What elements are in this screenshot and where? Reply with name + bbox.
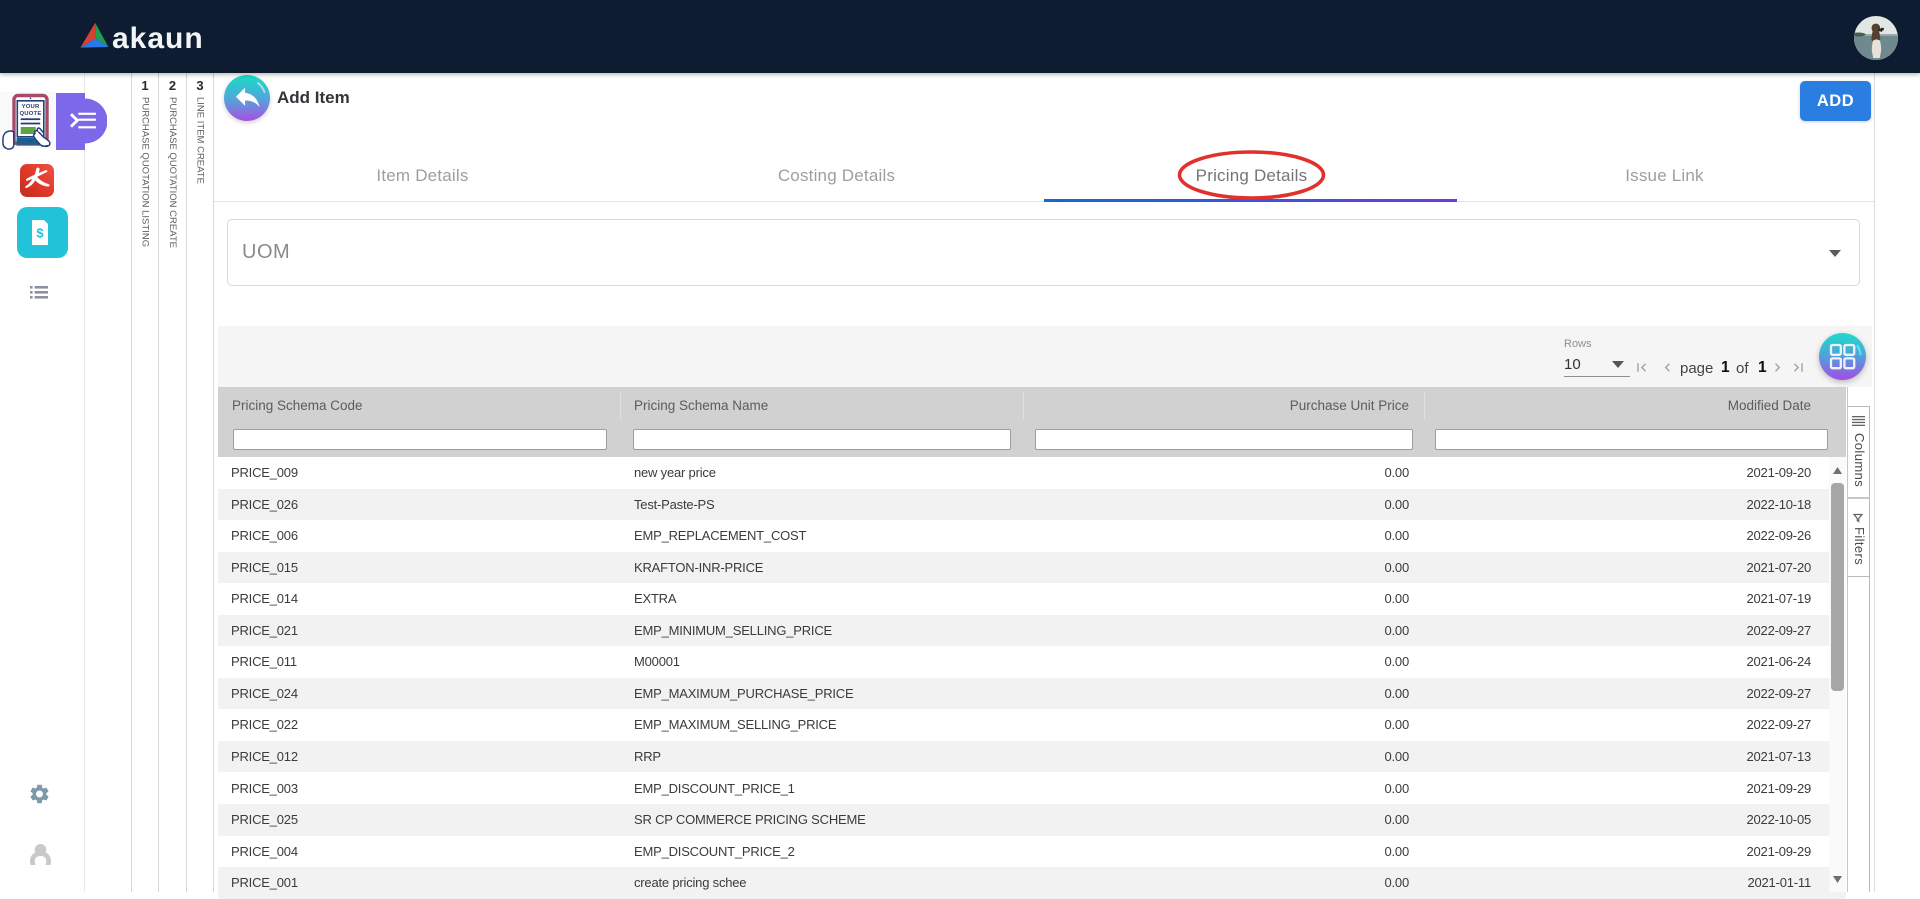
- svg-text:$: $: [36, 226, 44, 241]
- svg-text:QUOTE: QUOTE: [20, 111, 42, 117]
- svg-text:YOUR: YOUR: [22, 104, 40, 110]
